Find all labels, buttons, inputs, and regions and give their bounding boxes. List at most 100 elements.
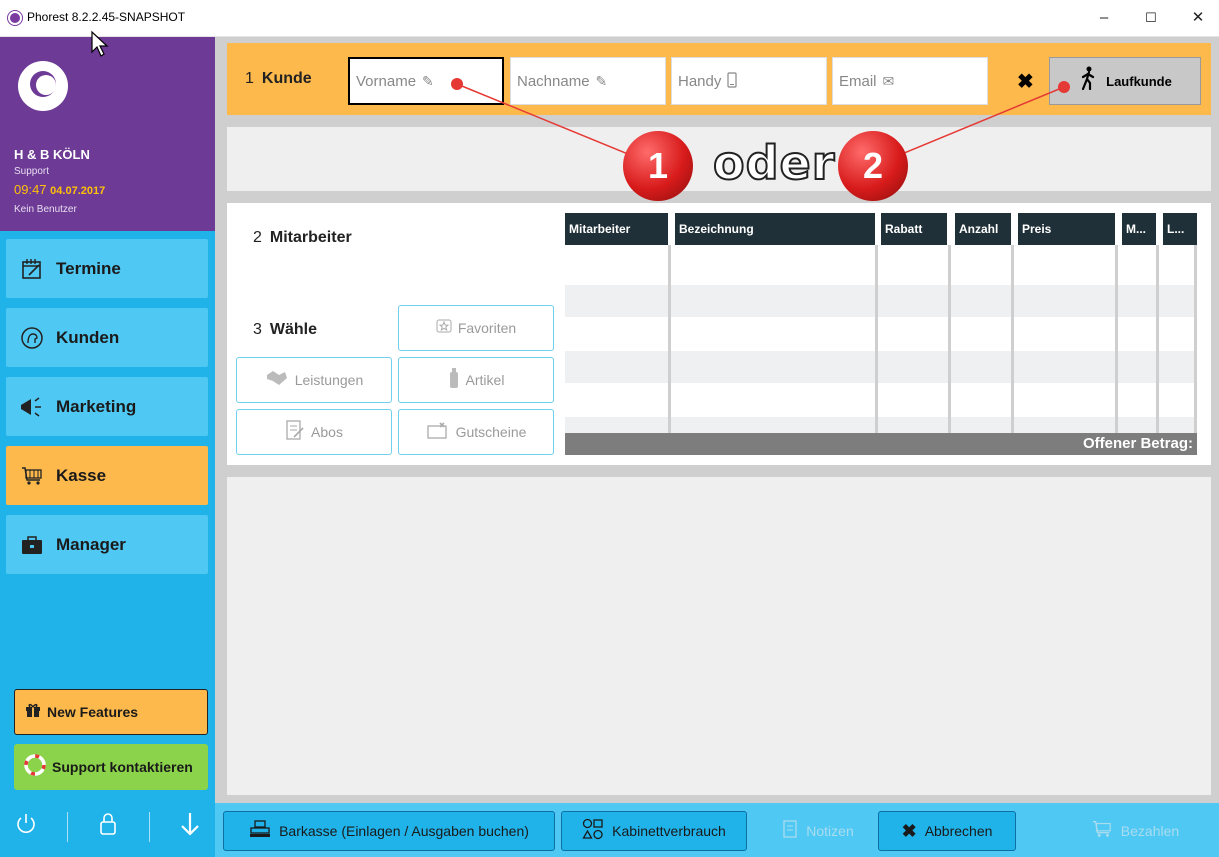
nav-kunden[interactable]: Kunden [6,308,208,367]
leistungen-button[interactable]: Leistungen [236,357,392,403]
bottle-icon [448,367,460,394]
nachname-placeholder: Nachname [517,72,590,90]
document-edit-icon [285,419,305,446]
handshake-icon [265,369,289,392]
column-header[interactable]: Rabatt [881,213,947,245]
nav-termine[interactable]: Termine [6,239,208,298]
column-divider [1115,245,1118,433]
customer-bar: 1 Kunde Vorname ✎ Nachname ✎ Handy Email … [227,43,1211,115]
abbrechen-button[interactable]: ✖ Abbrechen [878,811,1016,851]
divider [67,812,69,842]
sidebar: H & B KÖLN Support 09:47 04.07.2017 Kein… [0,37,215,857]
column-divider [668,245,671,433]
lifebuoy-icon [24,753,46,781]
power-icon[interactable] [15,812,37,843]
megaphone-icon [18,393,46,421]
column-header[interactable]: Mitarbeiter [565,213,668,245]
lock-icon[interactable] [98,812,118,843]
nav-kasse[interactable]: Kasse [6,446,208,505]
sale-panel: 2 Mitarbeiter 3 Wähle Favoriten Leistungen [227,203,1211,465]
voucher-icon [426,420,450,445]
current-user: Kein Benutzer [14,204,77,215]
step-label: Kunde [261,70,312,87]
salon-name: H & B KÖLN [14,147,90,162]
head-icon [18,324,46,352]
app-logo-icon [8,11,22,25]
kabinett-button[interactable]: Kabinettverbrauch [561,811,747,851]
clear-icon[interactable]: ✖ [1017,69,1034,94]
clock-time: 09:47 [14,182,47,197]
column-divider [1011,245,1014,433]
laufkunde-button[interactable]: Laufkunde [1049,57,1201,105]
nav-kunden-label: Kunden [56,327,120,347]
employee-step: 2 Mitarbeiter [253,229,352,247]
new-features-button[interactable]: New Features [14,689,208,735]
briefcase-icon [18,531,46,559]
column-header[interactable]: M... [1122,213,1156,245]
customer-info-panel [227,127,1211,191]
open-amount-bar: Offener Betrag: [565,433,1197,455]
column-header[interactable]: Anzahl [955,213,1011,245]
support-button[interactable]: Support kontaktieren [14,744,208,790]
step-number: 2 [253,229,262,246]
nav-manager-label: Manager [56,534,126,554]
choose-step: 3 Wähle [253,321,317,339]
bezahlen-button[interactable]: Bezahlen [1065,811,1205,851]
gift-icon [25,702,41,723]
table-row [565,285,1197,317]
column-divider [1194,245,1197,433]
gutscheine-button[interactable]: Gutscheine [398,409,554,455]
bottom-toolbar: Barkasse (Einlagen / Ausgaben buchen) Ka… [215,803,1219,857]
nav-manager[interactable]: Manager [6,515,208,574]
vorname-field[interactable]: Vorname ✎ [348,57,504,105]
star-icon [436,318,452,339]
main-area: 1 Kunde Vorname ✎ Nachname ✎ Handy Email … [215,37,1219,857]
column-divider [1156,245,1159,433]
customer-step: 1 Kunde [245,70,312,88]
close-button[interactable]: ✕ [1183,6,1213,30]
user-role: Support [14,166,50,177]
email-placeholder: Email [839,72,877,90]
step-number: 3 [253,321,262,338]
kabinett-label: Kabinettverbrauch [612,823,726,839]
notepad-icon [782,819,798,844]
nav-kasse-label: Kasse [56,465,107,485]
handy-placeholder: Handy [678,72,722,90]
barkasse-button[interactable]: Barkasse (Einlagen / Ausgaben buchen) [223,811,555,851]
clock: 09:47 04.07.2017 [14,182,105,197]
payment-panel [227,477,1211,795]
notizen-label: Notizen [806,823,854,839]
sidebar-footer [0,797,215,857]
notizen-button[interactable]: Notizen [763,811,873,851]
laufkunde-label: Laufkunde [1106,73,1172,89]
arrow-down-icon[interactable] [180,811,200,844]
handy-field[interactable]: Handy [671,57,827,105]
abos-button[interactable]: Abos [236,409,392,455]
column-divider [948,245,951,433]
envelope-icon: ✉ [882,72,895,89]
cancel-icon: ✖ [901,820,917,841]
minimize-button[interactable]: – [1089,6,1119,30]
app-window: Phorest 8.2.2.45-SNAPSHOT – ☐ ✕ H & B KÖ… [0,0,1219,857]
column-header[interactable]: Bezeichnung [675,213,875,245]
maximize-button[interactable]: ☐ [1136,6,1166,30]
email-field[interactable]: Email ✉ [832,57,988,105]
calendar-icon [18,255,46,283]
nav-termine-label: Termine [56,258,121,278]
divider [148,812,150,842]
favoriten-button[interactable]: Favoriten [398,305,554,351]
gutscheine-label: Gutscheine [455,424,527,440]
column-header[interactable]: Preis [1018,213,1115,245]
artikel-button[interactable]: Artikel [398,357,554,403]
clock-date: 04.07.2017 [50,185,106,197]
cash-register-icon [249,819,271,843]
leistungen-label: Leistungen [294,372,364,388]
nachname-field[interactable]: Nachname ✎ [510,57,666,105]
column-header[interactable]: L... [1163,213,1197,245]
pencil-icon: ✎ [595,72,608,89]
cart-icon [1091,819,1113,844]
favoriten-label: Favoriten [457,320,517,336]
nav-marketing[interactable]: Marketing [6,377,208,436]
abos-label: Abos [311,424,343,440]
table-row [565,351,1197,383]
